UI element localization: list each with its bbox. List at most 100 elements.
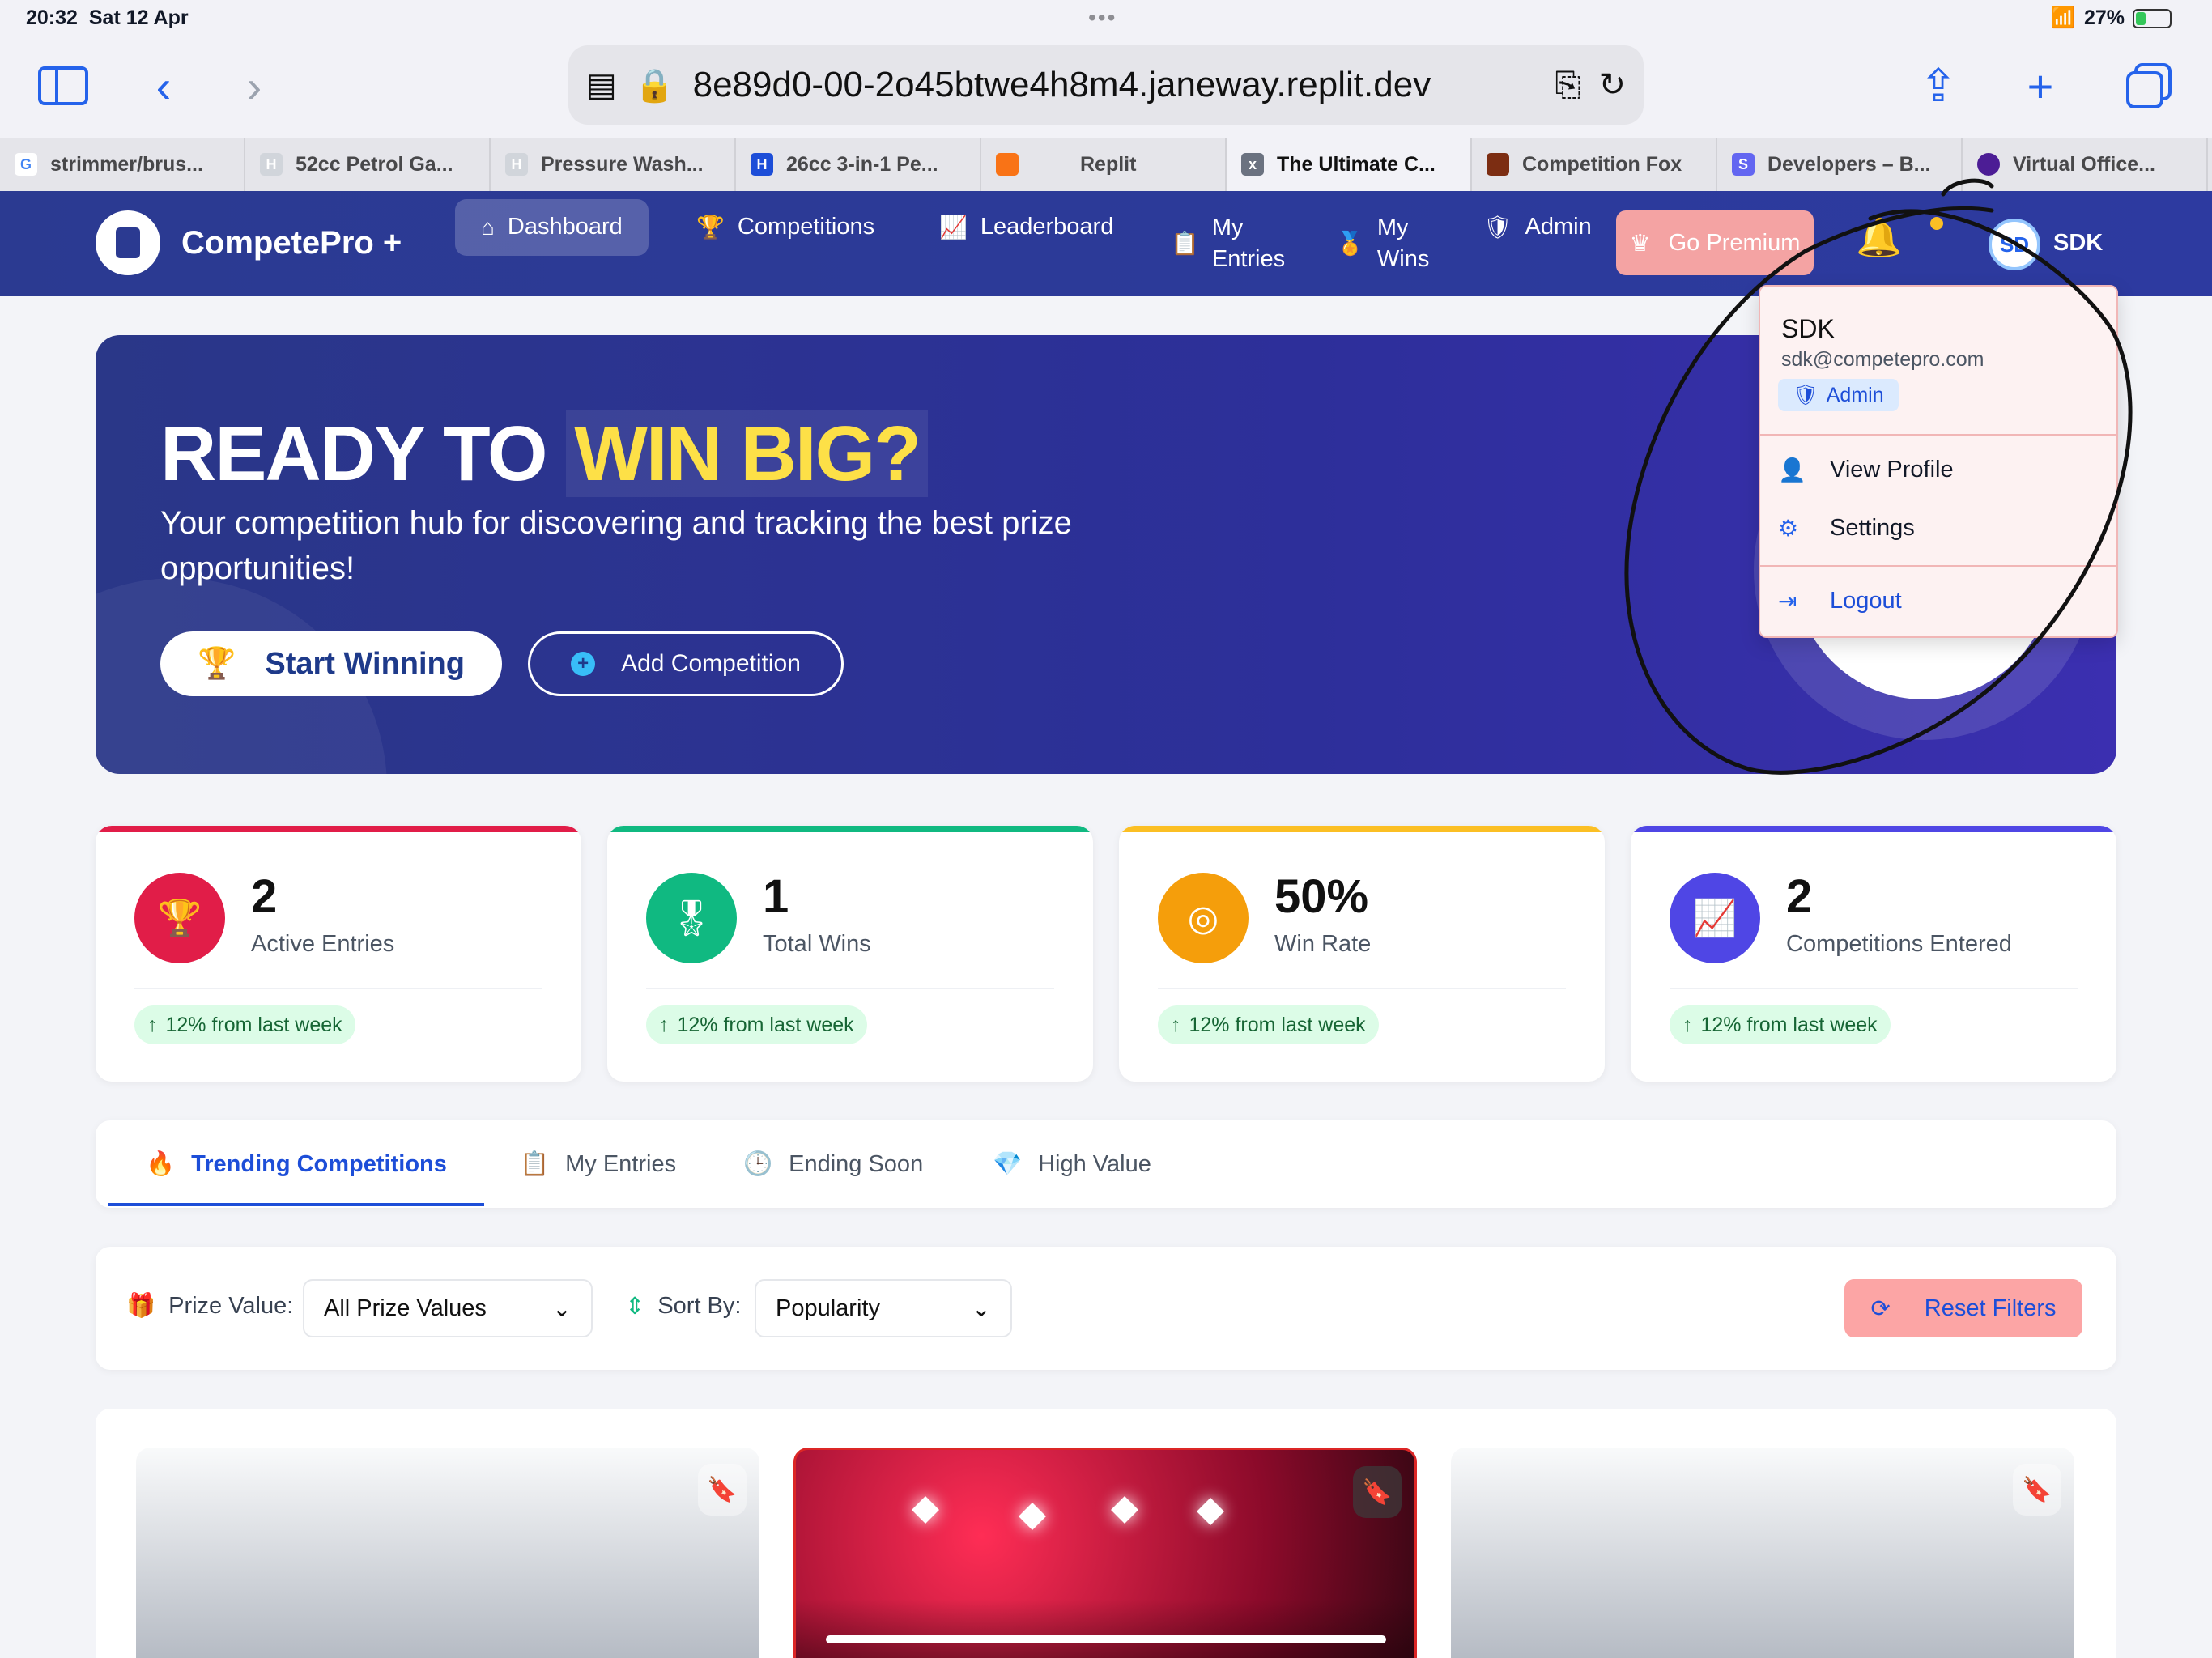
bookmark-icon[interactable]: 🔖 xyxy=(1353,1466,1402,1518)
browser-tab[interactable]: S Developers – B... xyxy=(1717,138,1963,191)
stat-label: Competitions Entered xyxy=(1786,931,2012,957)
logout-icon: ⇥ xyxy=(1778,589,1797,614)
arrow-up-icon: ↑ xyxy=(1682,1013,1693,1036)
tab-my-entries[interactable]: 📋 My Entries xyxy=(520,1120,676,1208)
go-premium-button[interactable]: ♛ Go Premium xyxy=(1616,210,1814,275)
browser-tab[interactable]: H 26cc 3-in-1 Pe... xyxy=(736,138,981,191)
reader-icon[interactable]: ▤ xyxy=(586,66,617,104)
logout-item[interactable]: ⇥ Logout xyxy=(1778,588,1902,614)
stat-label: Total Wins xyxy=(763,931,871,957)
start-winning-button[interactable]: 🏆 Start Winning xyxy=(160,631,502,696)
tab-trending[interactable]: 🔥 Trending Competitions xyxy=(146,1120,447,1208)
arrow-up-icon: ↑ xyxy=(659,1013,670,1036)
hero-subtitle: Your competition hub for discovering and… xyxy=(160,505,1072,586)
bell-icon[interactable]: 🔔 xyxy=(1856,215,1904,264)
nav-leaderboard[interactable]: 📈 Leaderboard xyxy=(939,199,1113,256)
reset-filters-button[interactable]: ⟳ Reset Filters xyxy=(1844,1279,2082,1337)
gem-icon: 💎 xyxy=(993,1151,1023,1177)
nav-my-entries[interactable]: 📋 My Entries xyxy=(1171,201,1285,287)
multitask-dots[interactable]: ••• xyxy=(1088,5,1117,31)
trophy-icon: 🏆 xyxy=(134,873,225,963)
back-icon[interactable]: ‹ xyxy=(134,57,193,115)
stat-accent-bar xyxy=(607,826,1093,832)
virtual-office-icon xyxy=(1977,153,2000,176)
h-icon: H xyxy=(751,153,773,176)
refresh-icon: ⟳ xyxy=(1870,1295,1891,1322)
battery-icon xyxy=(2133,8,2172,28)
browser-tab[interactable]: H 52cc Petrol Ga... xyxy=(245,138,491,191)
chart-line-icon: 📈 xyxy=(1670,873,1760,963)
h-icon: H xyxy=(260,153,283,176)
status-time: 20:32 Sat 12 Apr xyxy=(26,6,189,29)
forward-icon[interactable]: › xyxy=(225,57,283,115)
view-profile-item[interactable]: 👤 View Profile xyxy=(1778,457,1954,483)
tabs-overview-icon[interactable] xyxy=(2120,57,2178,115)
h-icon: H xyxy=(505,153,528,176)
url-text[interactable]: 8e89d0-00-2o45btwe4h8m4.janeway.replit.d… xyxy=(693,65,1538,105)
shield-icon: 🛡 xyxy=(1483,215,1512,240)
prize-value-select[interactable]: All Prize Values ⌄ xyxy=(303,1279,593,1337)
sort-by-label: ⇕ Sort By: xyxy=(625,1293,742,1320)
new-tab-icon[interactable]: + xyxy=(2011,57,2069,115)
address-bar[interactable]: ▤ 🔒 8e89d0-00-2o45btwe4h8m4.janeway.repl… xyxy=(568,45,1644,125)
clipboard-check-icon: 📋 xyxy=(520,1151,550,1177)
fire-icon: 🔥 xyxy=(146,1151,176,1177)
crown-icon: ♛ xyxy=(1629,230,1651,257)
chart-line-icon: 📈 xyxy=(939,215,968,240)
browser-tab[interactable]: Virtual Office... xyxy=(1963,138,2208,191)
close-tab-icon[interactable]: x xyxy=(1241,153,1264,176)
browser-tab[interactable]: Replit xyxy=(981,138,1227,191)
nav-competitions[interactable]: 🏆 Competitions xyxy=(696,199,874,256)
dropdown-user-email: sdk@competepro.com xyxy=(1781,348,1984,371)
nav-dashboard[interactable]: ⌂ Dashboard xyxy=(455,199,649,256)
stat-trend: ↑ 12% from last week xyxy=(1158,1005,1379,1044)
share-icon[interactable]: ⇪ xyxy=(1909,57,1967,115)
stat-value: 50% xyxy=(1274,870,1369,923)
user-name[interactable]: SDK xyxy=(2053,230,2103,257)
reload-icon[interactable]: ↻ xyxy=(1598,66,1626,104)
browser-tab[interactable]: Competition Fox xyxy=(1472,138,1717,191)
competition-card[interactable]: 🔖 xyxy=(136,1448,759,1658)
tab-ending-soon[interactable]: 🕒 Ending Soon xyxy=(743,1120,923,1208)
app-logo[interactable]: CompetePro + xyxy=(96,210,402,275)
clock-icon: 🕒 xyxy=(743,1151,773,1177)
lock-icon: 🔒 xyxy=(634,67,675,104)
target-icon: ◎ xyxy=(1158,873,1249,963)
home-icon: ⌂ xyxy=(481,215,495,240)
profile-dropdown: SDK sdk@competepro.com 🛡 Admin 👤 View Prof… xyxy=(1759,285,2118,638)
prize-value-label: 🎁 Prize Value: xyxy=(126,1292,294,1320)
nav-my-wins[interactable]: 🏅 My Wins xyxy=(1336,201,1429,287)
stat-label: Active Entries xyxy=(251,931,395,957)
stat-accent-bar xyxy=(96,826,581,832)
browser-tab-active[interactable]: x The Ultimate C... xyxy=(1227,138,1472,191)
google-icon: G xyxy=(15,153,37,176)
bookmark-icon[interactable]: 🔖 xyxy=(698,1464,747,1516)
browser-tab[interactable]: H Pressure Wash... xyxy=(491,138,736,191)
stat-accent-bar xyxy=(1631,826,2116,832)
stat-value: 2 xyxy=(1786,870,1813,923)
avatar[interactable]: SD xyxy=(1989,219,2040,270)
fox-icon xyxy=(1487,153,1509,176)
settings-item[interactable]: ⚙ Settings xyxy=(1778,515,1915,542)
stage-light xyxy=(1111,1496,1138,1524)
stat-value: 2 xyxy=(251,870,278,923)
active-tab-indicator xyxy=(108,1203,484,1206)
sidebar-toggle-icon[interactable] xyxy=(34,57,92,115)
bookmark-icon[interactable]: 🔖 xyxy=(2013,1464,2061,1516)
app-header: CompetePro + ⌂ Dashboard 🏆 Competitions 📈 L… xyxy=(0,191,2212,296)
tab-high-value[interactable]: 💎 High Value xyxy=(993,1120,1151,1208)
stripe-icon: S xyxy=(1732,153,1755,176)
extension-icon[interactable]: ⎘ xyxy=(1555,67,1580,104)
competition-card[interactable]: 🔖 xyxy=(1451,1448,2074,1658)
wifi-icon: 📶 xyxy=(2050,6,2076,29)
chevron-down-icon: ⌄ xyxy=(551,1295,572,1322)
competition-card[interactable]: 🔖 xyxy=(793,1448,1417,1658)
sort-by-select[interactable]: Popularity ⌄ xyxy=(755,1279,1012,1337)
browser-tab[interactable]: Gstrimmer/brus... xyxy=(0,138,245,191)
add-competition-button[interactable]: + Add Competition xyxy=(528,631,844,696)
medal-icon: 🎖 xyxy=(646,873,737,963)
stat-card-active-entries: 🏆 2 Active Entries ↑ 12% from last week xyxy=(96,826,581,1082)
clipboard-check-icon: 📋 xyxy=(1171,231,1199,257)
home-indicator[interactable] xyxy=(826,1635,1386,1643)
nav-admin[interactable]: 🛡 Admin xyxy=(1483,199,1592,256)
